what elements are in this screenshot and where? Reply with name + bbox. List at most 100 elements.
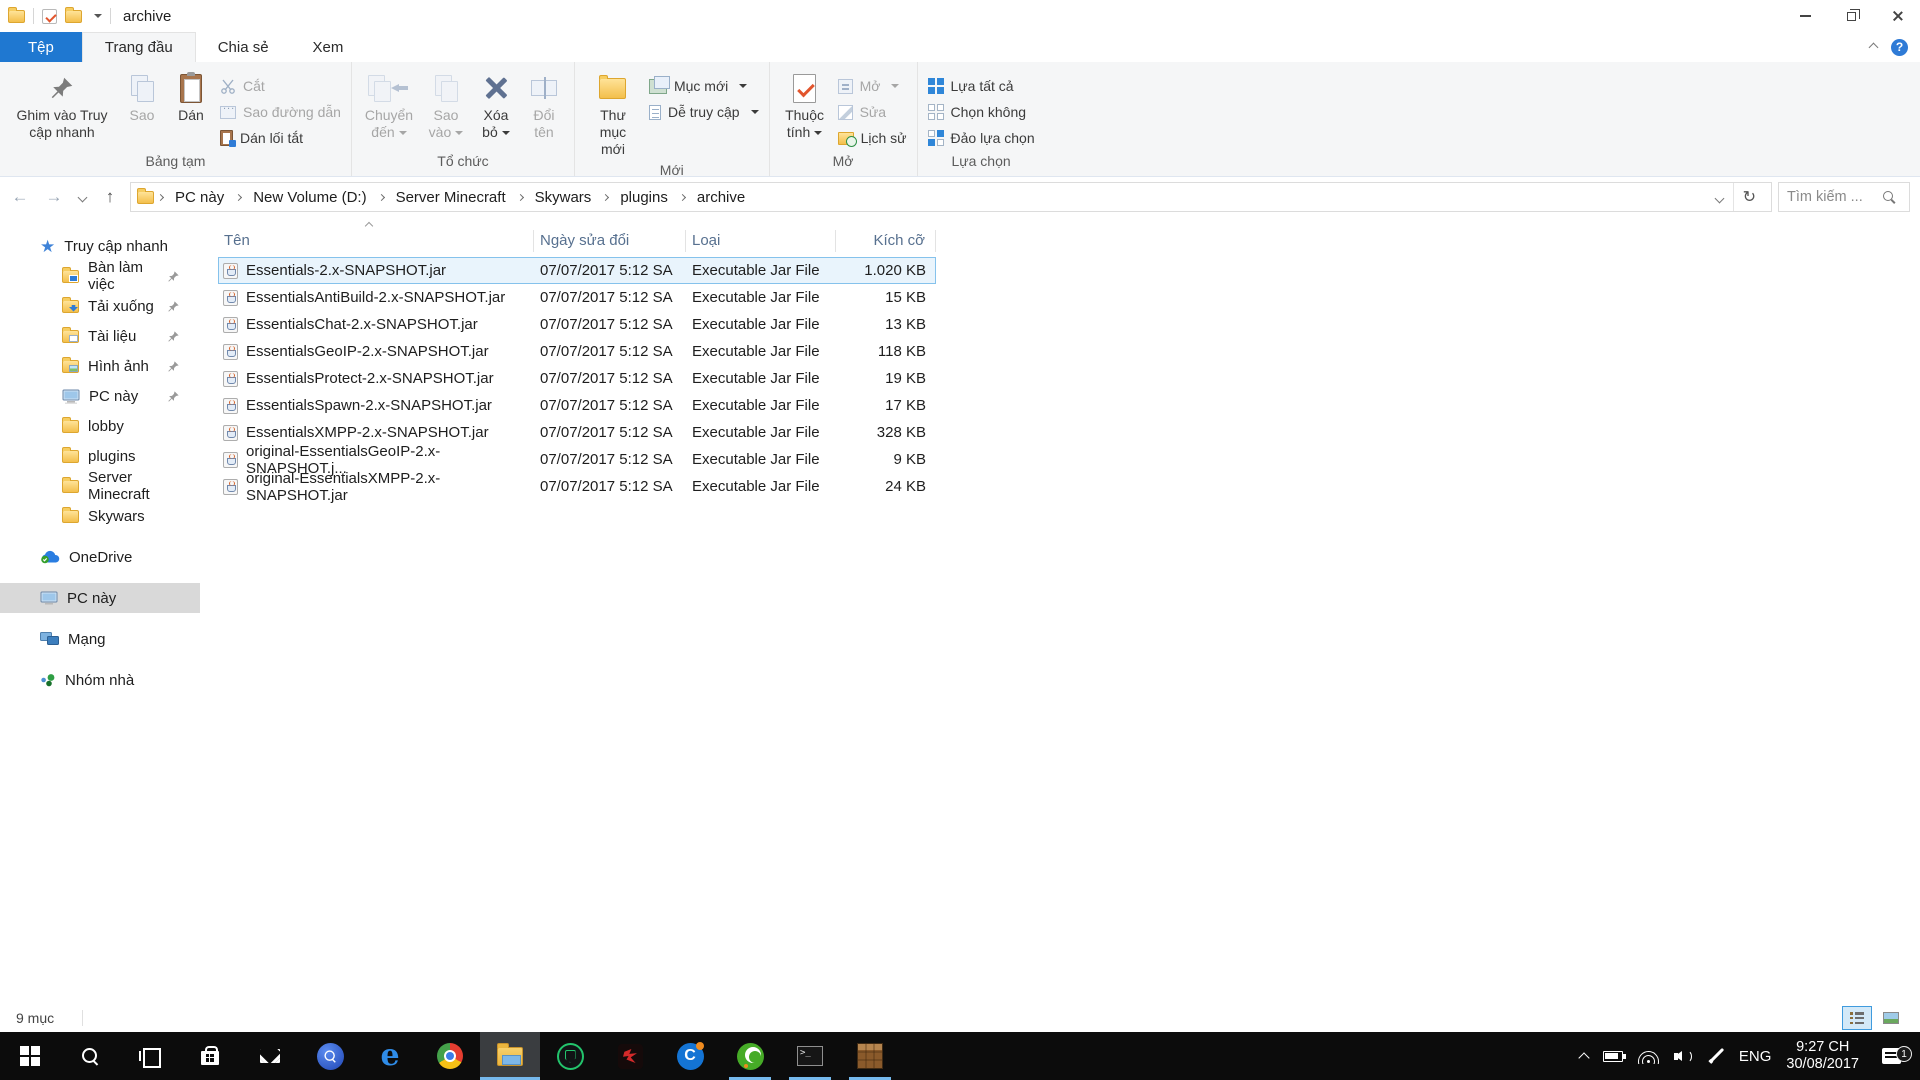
cut-button[interactable]: Cắt <box>216 73 345 99</box>
edit-button[interactable]: Sửa <box>834 99 911 125</box>
properties-qat-icon[interactable] <box>42 9 57 24</box>
thumbnails-view-button[interactable] <box>1876 1006 1906 1030</box>
task-view-button[interactable] <box>120 1032 180 1080</box>
sidebar-item-plugins[interactable]: plugins <box>0 441 200 471</box>
copy-button[interactable]: Sao <box>118 65 166 151</box>
minimize-button[interactable] <box>1782 0 1828 32</box>
ribbon-collapse-icon[interactable] <box>1869 42 1879 52</box>
file-row[interactable]: EssentialsProtect-2.x-SNAPSHOT.jar 07/07… <box>218 365 936 392</box>
breadcrumb-plugins[interactable]: plugins <box>612 189 676 206</box>
invert-selection-button[interactable]: Đảo lựa chọn <box>924 125 1039 151</box>
sidebar-item-homegroup[interactable]: Nhóm nhà <box>0 665 200 695</box>
tray-overflow-icon[interactable] <box>1578 1052 1589 1063</box>
battery-icon[interactable] <box>1603 1051 1623 1062</box>
help-icon[interactable] <box>1891 39 1908 56</box>
start-button[interactable] <box>0 1032 60 1080</box>
file-row[interactable]: EssentialsChat-2.x-SNAPSHOT.jar 07/07/20… <box>218 311 936 338</box>
crom-browser-button[interactable] <box>720 1032 780 1080</box>
breadcrumb-archive[interactable]: archive <box>689 189 753 206</box>
sidebar-item-network[interactable]: Mạng <box>0 624 200 654</box>
paste-shortcut-button[interactable]: Dán lối tắt <box>216 125 345 151</box>
breadcrumb-drive[interactable]: New Volume (D:) <box>245 189 374 206</box>
address-bar[interactable]: PC này New Volume (D:) Server Minecraft … <box>130 182 1772 212</box>
column-header-type[interactable]: Loại <box>686 230 836 252</box>
column-header-size[interactable]: Kích cỡ <box>836 230 936 252</box>
sidebar-item-skywars[interactable]: Skywars <box>0 501 200 531</box>
volume-icon[interactable] <box>1674 1049 1693 1064</box>
pen-icon[interactable] <box>1708 1048 1724 1064</box>
address-history-caret[interactable] <box>1706 189 1733 206</box>
refresh-button[interactable] <box>1733 183 1765 211</box>
file-explorer-button[interactable] <box>480 1032 540 1080</box>
chrome-button[interactable] <box>420 1032 480 1080</box>
select-all-icon <box>928 78 944 94</box>
sidebar-item-documents[interactable]: Tài liệu <box>0 321 200 351</box>
sidebar-item-desktop[interactable]: Bàn làm việc <box>0 261 200 291</box>
properties-button[interactable]: Thuộc tính <box>776 65 834 151</box>
close-button[interactable] <box>1874 0 1920 32</box>
breadcrumb-pc[interactable]: PC này <box>167 189 232 206</box>
tab-file[interactable]: Tệp <box>0 32 82 62</box>
edge-button[interactable] <box>360 1032 420 1080</box>
search-app-button[interactable] <box>300 1032 360 1080</box>
file-row[interactable]: Essentials-2.x-SNAPSHOT.jar 07/07/2017 5… <box>218 257 936 284</box>
coccoc-button[interactable] <box>660 1032 720 1080</box>
new-folder-qat-icon[interactable] <box>65 10 82 23</box>
forward-button[interactable] <box>40 183 68 211</box>
file-row[interactable]: EssentialsSpawn-2.x-SNAPSHOT.jar 07/07/2… <box>218 392 936 419</box>
recent-locations-caret[interactable] <box>74 183 90 211</box>
new-item-button[interactable]: Mục mới <box>645 73 763 99</box>
file-row[interactable]: EssentialsGeoIP-2.x-SNAPSHOT.jar 07/07/2… <box>218 338 936 365</box>
language-indicator[interactable]: ENG <box>1739 1048 1772 1065</box>
details-view-button[interactable] <box>1842 1006 1872 1030</box>
tab-view[interactable]: Xem <box>291 32 366 62</box>
move-to-button[interactable]: Chuyển đến <box>358 65 420 151</box>
history-button[interactable]: Lịch sử <box>834 125 911 151</box>
file-row[interactable]: original-EssentialsXMPP-2.x-SNAPSHOT.jar… <box>218 473 936 500</box>
easy-access-button[interactable]: Dễ truy cập <box>645 99 763 125</box>
paste-button[interactable]: Dán <box>166 65 216 151</box>
minecraft-button[interactable] <box>840 1032 900 1080</box>
rename-button[interactable]: Đổi tên <box>520 65 568 151</box>
antivirus-button[interactable] <box>540 1032 600 1080</box>
clock[interactable]: 9:27 CH 30/08/2017 <box>1786 1039 1859 1073</box>
column-header-name[interactable]: Tên <box>218 230 534 252</box>
breadcrumb-skywars[interactable]: Skywars <box>527 189 600 206</box>
store-button[interactable] <box>180 1032 240 1080</box>
search-icon[interactable] <box>1883 191 1896 204</box>
select-all-button[interactable]: Lựa tất cả <box>924 73 1039 99</box>
back-button[interactable] <box>6 183 34 211</box>
open-button[interactable]: Mở <box>834 73 911 99</box>
taskbar-search-button[interactable] <box>60 1032 120 1080</box>
garena-button[interactable] <box>600 1032 660 1080</box>
up-button[interactable] <box>96 183 124 211</box>
sidebar-item-pictures[interactable]: Hình ảnh <box>0 351 200 381</box>
restore-button[interactable] <box>1828 0 1874 32</box>
action-center-button[interactable]: 1 <box>1874 1048 1908 1064</box>
column-header-modified[interactable]: Ngày sửa đổi <box>534 230 686 252</box>
dropdown-caret-icon <box>399 131 407 135</box>
tab-share[interactable]: Chia sẻ <box>196 32 291 62</box>
file-row[interactable]: EssentialsAntiBuild-2.x-SNAPSHOT.jar 07/… <box>218 284 936 311</box>
sidebar-item-this-pc-pinned[interactable]: PC này <box>0 381 200 411</box>
pin-to-quick-access-button[interactable]: Ghim vào Truy cập nhanh <box>6 65 118 151</box>
tab-home[interactable]: Trang đầu <box>82 32 196 62</box>
new-folder-button[interactable]: Thư mục mới <box>581 65 645 160</box>
pc-monitor-icon <box>40 591 58 606</box>
select-none-button[interactable]: Chọn không <box>924 99 1039 125</box>
wifi-icon[interactable] <box>1638 1049 1659 1064</box>
sidebar-item-downloads[interactable]: Tải xuống <box>0 291 200 321</box>
search-input[interactable] <box>1787 189 1877 205</box>
delete-button[interactable]: Xóa bỏ <box>472 65 520 151</box>
qat-customize-caret-icon[interactable] <box>94 14 102 18</box>
terminal-button[interactable] <box>780 1032 840 1080</box>
sidebar-item-quick-access[interactable]: Truy cập nhanh <box>0 231 200 261</box>
breadcrumb-server-minecraft[interactable]: Server Minecraft <box>388 189 514 206</box>
mail-button[interactable] <box>240 1032 300 1080</box>
sidebar-item-onedrive[interactable]: OneDrive <box>0 542 200 572</box>
copy-to-button[interactable]: Sao vào <box>420 65 472 151</box>
sidebar-item-lobby[interactable]: lobby <box>0 411 200 441</box>
copy-path-button[interactable]: Sao đường dẫn <box>216 99 345 125</box>
sidebar-item-server-minecraft[interactable]: Server Minecraft <box>0 471 200 501</box>
sidebar-item-this-pc[interactable]: PC này <box>0 583 200 613</box>
